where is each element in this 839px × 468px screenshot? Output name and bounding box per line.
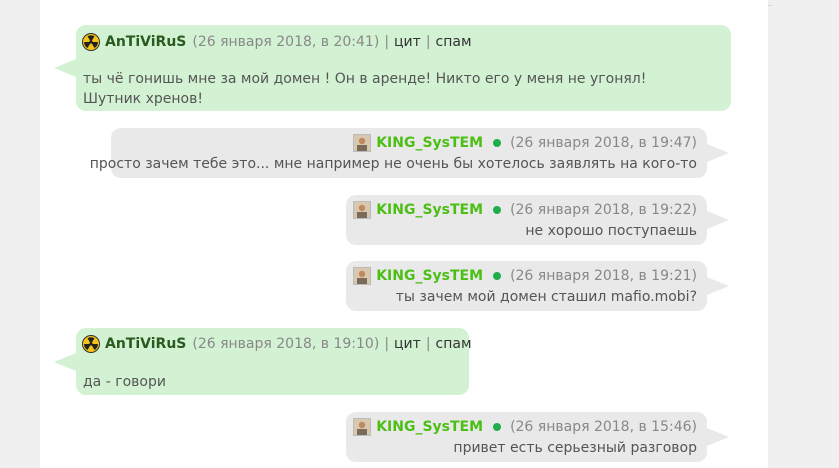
spam-link[interactable]: спам bbox=[436, 34, 472, 50]
message-date: (26 января 2018, в 19:47) bbox=[510, 135, 697, 151]
user-photo-icon[interactable] bbox=[353, 418, 372, 436]
separator: | bbox=[384, 336, 390, 352]
author-name[interactable]: KING_SysTEM bbox=[376, 202, 483, 218]
message-text: ты зачем мой домен сташил mafio.mobi? bbox=[395, 289, 697, 305]
message-right: KING_SysTEM (26 января 2018, в 15:46) пр… bbox=[346, 412, 729, 462]
author-name[interactable]: KING_SysTEM bbox=[376, 268, 483, 284]
message-left: AnTiViRuS (26 января 2018, в 19:10) | ци… bbox=[54, 328, 472, 395]
message-text: просто зачем тебе это... мне например не… bbox=[89, 156, 697, 172]
online-dot-icon bbox=[493, 206, 502, 214]
online-dot-icon bbox=[493, 272, 502, 280]
user-photo-icon[interactable] bbox=[353, 201, 372, 219]
message-date: (26 января 2018, в 19:22) bbox=[510, 202, 697, 218]
author-name[interactable]: AnTiViRuS bbox=[105, 34, 186, 50]
message-text: ты чё гонишь мне за мой домен ! Он в аре… bbox=[83, 71, 647, 107]
author-name[interactable]: AnTiViRuS bbox=[105, 336, 186, 352]
user-photo-icon[interactable] bbox=[353, 134, 372, 152]
message-date: (26 января 2018, в 19:21) bbox=[510, 268, 697, 284]
bubble-tail bbox=[707, 211, 729, 229]
bubble-tail bbox=[54, 353, 76, 371]
bubble-tail bbox=[707, 428, 729, 446]
radiation-icon[interactable] bbox=[82, 335, 100, 353]
separator: | bbox=[384, 34, 390, 50]
author-name[interactable]: KING_SysTEM bbox=[376, 135, 483, 151]
message-text: да - говори bbox=[83, 374, 166, 390]
bubble-tail bbox=[707, 277, 729, 295]
spam-link[interactable]: спам bbox=[436, 336, 472, 352]
online-dot-icon bbox=[493, 139, 502, 147]
message-date: (26 января 2018, в 15:46) bbox=[510, 419, 697, 435]
message-left: AnTiViRuS (26 января 2018, в 20:41) | ци… bbox=[54, 25, 731, 111]
message-date: (26 января 2018, в 20:41) bbox=[192, 34, 380, 50]
bubble-tail bbox=[707, 144, 729, 162]
message-date: (26 января 2018, в 19:10) bbox=[192, 336, 380, 352]
online-dot-icon bbox=[493, 423, 502, 431]
message-right: KING_SysTEM (26 января 2018, в 19:22) не… bbox=[346, 195, 729, 245]
bubble-tail bbox=[54, 59, 76, 77]
quote-link[interactable]: цит bbox=[394, 34, 421, 50]
message-text: не хорошо поступаешь bbox=[525, 223, 697, 239]
radiation-icon[interactable] bbox=[82, 33, 100, 51]
separator: | bbox=[425, 34, 431, 50]
message-text: привет есть серьезный разговор bbox=[453, 440, 697, 456]
separator: | bbox=[425, 336, 431, 352]
quote-link[interactable]: цит bbox=[394, 336, 421, 352]
message-right: KING_SysTEM (26 января 2018, в 19:21) ты… bbox=[346, 261, 729, 311]
message-right: KING_SysTEM (26 января 2018, в 19:47) пр… bbox=[90, 128, 729, 178]
author-name[interactable]: KING_SysTEM bbox=[376, 419, 483, 435]
user-photo-icon[interactable] bbox=[353, 267, 372, 285]
